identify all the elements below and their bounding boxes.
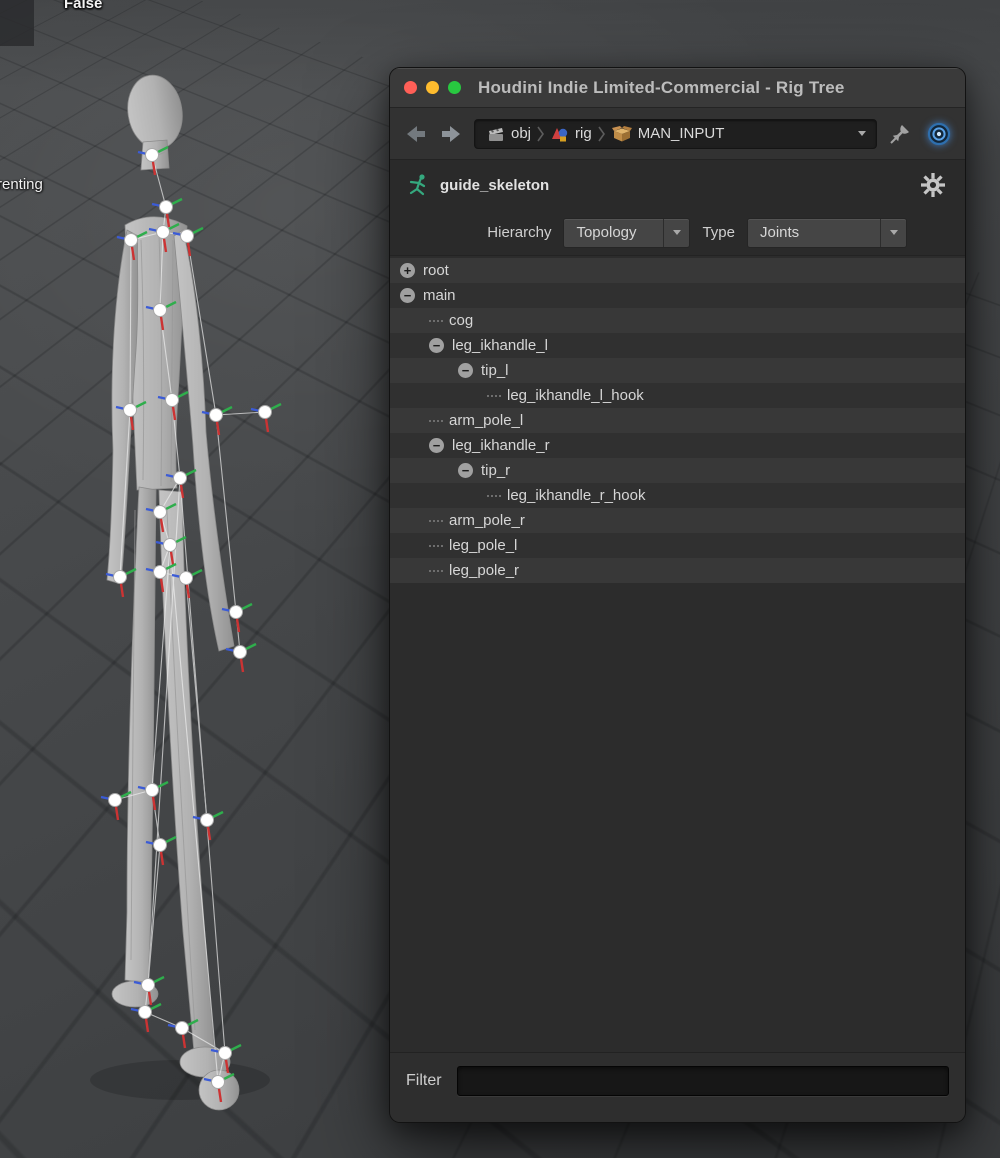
tree-node-label: leg_ikhandle_l_hook bbox=[507, 387, 644, 404]
link-target-button[interactable] bbox=[923, 119, 955, 149]
breadcrumb-label: rig bbox=[575, 125, 592, 142]
breadcrumb-segment-rig[interactable]: rig bbox=[545, 120, 598, 148]
geometry-icon bbox=[551, 125, 569, 143]
tree-row-arm_pole_r[interactable]: arm_pole_r bbox=[390, 508, 965, 533]
type-label: Type bbox=[702, 224, 735, 241]
back-button[interactable] bbox=[400, 121, 430, 147]
tree-node-label: leg_ikhandle_r bbox=[452, 437, 550, 454]
chevron-down-icon bbox=[663, 219, 689, 247]
box-icon bbox=[612, 125, 632, 142]
collapse-icon[interactable]: − bbox=[429, 338, 444, 353]
tree-node-label: root bbox=[423, 262, 449, 279]
collapse-icon[interactable]: − bbox=[458, 363, 473, 378]
tree-row-leg_pole_l[interactable]: leg_pole_l bbox=[390, 533, 965, 558]
tree-connector bbox=[487, 395, 501, 397]
viewport-parenting-label: renting bbox=[0, 176, 43, 193]
tree-row-main[interactable]: − main bbox=[390, 283, 965, 308]
tree-row-arm_pole_l[interactable]: arm_pole_l bbox=[390, 408, 965, 433]
gear-icon[interactable] bbox=[921, 173, 945, 197]
scene-icon bbox=[487, 125, 505, 143]
breadcrumb-segment-obj[interactable]: obj bbox=[481, 120, 537, 148]
skeleton-node-icon bbox=[406, 173, 430, 197]
tree-node-label: leg_pole_l bbox=[449, 537, 517, 554]
window-title: Houdini Indie Limited-Commercial - Rig T… bbox=[478, 78, 845, 98]
tree-row-root[interactable]: + root bbox=[390, 258, 965, 283]
tree-node-label: leg_pole_r bbox=[449, 562, 519, 579]
tree-connector bbox=[487, 495, 501, 497]
tree-connector bbox=[429, 320, 443, 322]
breadcrumb-dropdown-button[interactable] bbox=[852, 131, 872, 136]
pin-icon bbox=[889, 123, 911, 145]
tree-row-leg_ikhandle_r_hook[interactable]: leg_ikhandle_r_hook bbox=[390, 483, 965, 508]
hierarchy-select[interactable]: Topology bbox=[563, 218, 690, 248]
type-select-value: Joints bbox=[748, 219, 880, 247]
traffic-lights bbox=[404, 81, 461, 94]
path-toolbar: obj rig MAN_INPUT bbox=[390, 108, 965, 160]
collapse-icon[interactable]: − bbox=[429, 438, 444, 453]
maximize-button[interactable] bbox=[448, 81, 461, 94]
titlebar[interactable]: Houdini Indie Limited-Commercial - Rig T… bbox=[390, 68, 965, 108]
tree-controls: Hierarchy Topology Type Joints bbox=[390, 210, 965, 256]
type-select[interactable]: Joints bbox=[747, 218, 907, 248]
viewport-flag-label: False bbox=[64, 0, 102, 12]
tree-node-label: arm_pole_l bbox=[449, 412, 523, 429]
tree-node-label: tip_r bbox=[481, 462, 510, 479]
hierarchy-label: Hierarchy bbox=[487, 224, 551, 241]
pin-button[interactable] bbox=[884, 119, 916, 149]
tree-node-label: tip_l bbox=[481, 362, 509, 379]
breadcrumb-separator bbox=[537, 122, 545, 146]
close-button[interactable] bbox=[404, 81, 417, 94]
tree-row-leg_ikhandle_l_hook[interactable]: leg_ikhandle_l_hook bbox=[390, 383, 965, 408]
tree-connector bbox=[429, 520, 443, 522]
filter-input[interactable] bbox=[457, 1066, 949, 1096]
tree-row-cog[interactable]: cog bbox=[390, 308, 965, 333]
expand-icon[interactable]: + bbox=[400, 263, 415, 278]
tree-connector bbox=[429, 570, 443, 572]
hierarchy-select-value: Topology bbox=[564, 219, 663, 247]
target-icon bbox=[926, 121, 952, 147]
chevron-down-icon bbox=[880, 219, 906, 247]
viewport-corner-shade bbox=[0, 0, 34, 46]
tree-row-leg_pole_r[interactable]: leg_pole_r bbox=[390, 558, 965, 583]
node-name: guide_skeleton bbox=[440, 177, 549, 194]
chevron-down-icon bbox=[858, 131, 866, 136]
filter-bar: Filter bbox=[390, 1052, 965, 1122]
breadcrumb-label: obj bbox=[511, 125, 531, 142]
tree-node-label: leg_ikhandle_l bbox=[452, 337, 548, 354]
breadcrumb-label: MAN_INPUT bbox=[638, 125, 725, 142]
breadcrumb-segment-man-input[interactable]: MAN_INPUT bbox=[606, 120, 731, 148]
collapse-icon[interactable]: − bbox=[458, 463, 473, 478]
tree-node-label: arm_pole_r bbox=[449, 512, 525, 529]
back-arrow-icon bbox=[402, 123, 428, 145]
tree-connector bbox=[429, 545, 443, 547]
tree-row-tip_l[interactable]: − tip_l bbox=[390, 358, 965, 383]
tree-node-label: main bbox=[423, 287, 456, 304]
tree-row-leg_ikhandle_l[interactable]: − leg_ikhandle_l bbox=[390, 333, 965, 358]
rig-tree-window: Houdini Indie Limited-Commercial - Rig T… bbox=[390, 68, 965, 1122]
tree-node-label: cog bbox=[449, 312, 473, 329]
minimize-button[interactable] bbox=[426, 81, 439, 94]
forward-arrow-icon bbox=[439, 123, 465, 145]
tree-connector bbox=[429, 420, 443, 422]
breadcrumb-separator bbox=[598, 122, 606, 146]
collapse-icon[interactable]: − bbox=[400, 288, 415, 303]
tree-row-leg_ikhandle_r[interactable]: − leg_ikhandle_r bbox=[390, 433, 965, 458]
filter-label: Filter bbox=[406, 1072, 442, 1090]
breadcrumb[interactable]: obj rig MAN_INPUT bbox=[474, 119, 877, 149]
forward-button[interactable] bbox=[437, 121, 467, 147]
tree-node-label: leg_ikhandle_r_hook bbox=[507, 487, 645, 504]
node-header: guide_skeleton bbox=[390, 160, 965, 210]
joint-tree[interactable]: + root − main cog − leg_ikhandle_l − tip_l leg_ik… bbox=[390, 256, 965, 1052]
tree-row-tip_r[interactable]: − tip_r bbox=[390, 458, 965, 483]
viewport-character bbox=[55, 50, 355, 1120]
